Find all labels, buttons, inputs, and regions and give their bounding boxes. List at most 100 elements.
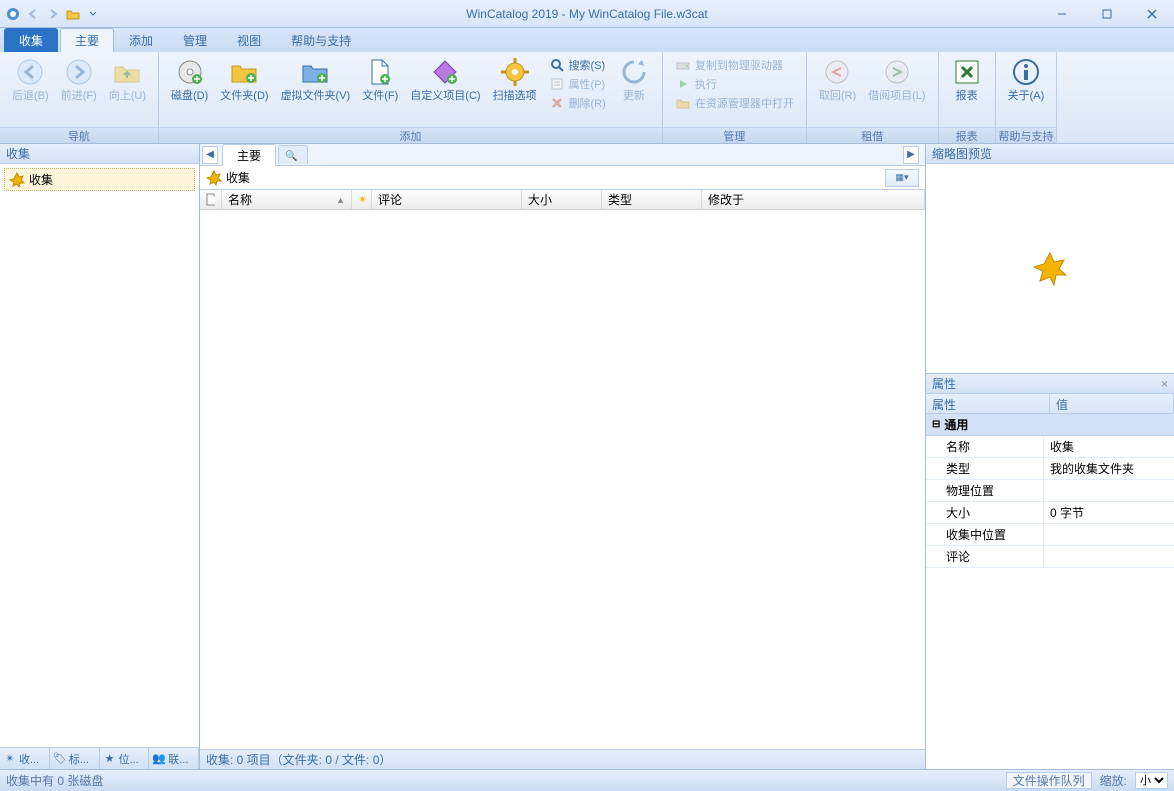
col-comment[interactable]: 评论 — [372, 190, 522, 209]
col-type[interactable]: 类型 — [602, 190, 702, 209]
btab-contacts[interactable]: 👥联... — [149, 748, 199, 769]
thumb-title: 缩略图预览 — [926, 144, 1174, 164]
center-status: 收集: 0 项目（文件夹: 0 / 文件: 0） — [200, 749, 925, 769]
prop-col-header: 属性 值 — [926, 394, 1174, 414]
col-star[interactable]: ✴ — [352, 190, 372, 209]
folder-up-icon — [111, 56, 143, 88]
properties-button[interactable]: 属性(P) — [545, 75, 610, 93]
add-file-button[interactable]: 文件(F) — [356, 54, 404, 104]
left-pane: 收集 收集 ✴收... 🏷标... ★位... 👥联... — [0, 144, 200, 769]
back-arrow-icon — [14, 56, 46, 88]
star-burst-icon: ✴ — [3, 752, 17, 766]
tab-manage[interactable]: 管理 — [168, 28, 222, 52]
add-disk-button[interactable]: 磁盘(D) — [165, 54, 214, 104]
col-name[interactable]: 名称▲ — [222, 190, 352, 209]
zoom-select[interactable]: 小 — [1135, 772, 1168, 789]
open-explorer-button[interactable]: 在资源管理器中打开 — [671, 94, 798, 112]
ribbon-group-manage: 复制到物理驱动器 执行 在资源管理器中打开 管理 — [663, 52, 807, 143]
tag-icon: 🏷 — [53, 752, 67, 766]
prop-colhead-val[interactable]: 值 — [1050, 394, 1174, 413]
center-tab-main[interactable]: 主要 — [222, 144, 276, 166]
col-icon[interactable] — [200, 190, 222, 209]
file-queue-button[interactable]: 文件操作队列 — [1006, 772, 1092, 789]
people-icon: 👥 — [152, 752, 166, 766]
tab-add[interactable]: 添加 — [114, 28, 168, 52]
tab-collect[interactable]: 收集 — [4, 28, 58, 52]
status-bar: 收集中有 0 张磁盘 文件操作队列 缩放: 小 — [0, 769, 1174, 791]
prop-title: 属性× — [926, 374, 1174, 394]
qat-back-icon[interactable] — [24, 5, 42, 23]
tab-scroll-right[interactable]: ▶ — [903, 146, 919, 164]
center-tab-search[interactable]: 🔍 — [278, 145, 308, 164]
quick-access-toolbar — [0, 5, 106, 23]
tab-help[interactable]: 帮助与支持 — [276, 28, 366, 52]
report-button[interactable]: 报表 — [945, 54, 989, 104]
copy-to-drive-button[interactable]: 复制到物理驱动器 — [671, 56, 798, 74]
prop-colhead-key[interactable]: 属性 — [926, 394, 1050, 413]
prop-category-general[interactable]: ⊟通用 — [926, 414, 1174, 436]
explorer-icon — [675, 95, 691, 111]
app-icon[interactable] — [4, 5, 22, 23]
btab-collect[interactable]: ✴收... — [0, 748, 50, 769]
btab-favorites[interactable]: ★位... — [100, 748, 150, 769]
folder-add-icon — [228, 56, 260, 88]
delete-button[interactable]: 删除(R) — [545, 94, 610, 112]
drive-icon — [675, 57, 691, 73]
tab-view[interactable]: 视图 — [222, 28, 276, 52]
qat-dropdown-icon[interactable] — [84, 5, 102, 23]
ribbon-group-report: 报表 报表 — [939, 52, 996, 143]
collection-tree[interactable]: 收集 — [0, 164, 199, 747]
execute-button[interactable]: 执行 — [671, 75, 798, 93]
grid-body[interactable] — [200, 210, 925, 749]
borrow-button[interactable]: 借阅项目(L) — [862, 54, 931, 104]
view-mode-switch[interactable]: ▦▾ — [885, 169, 919, 187]
tab-main[interactable]: 主要 — [60, 28, 114, 52]
info-icon — [1010, 56, 1042, 88]
ribbon-group-label: 帮助与支持 — [996, 127, 1057, 143]
borrow-icon — [881, 56, 913, 88]
prop-row: 收集中位置 — [926, 524, 1174, 546]
collapse-icon: ⊟ — [932, 419, 940, 430]
breadcrumb-text[interactable]: 收集 — [226, 169, 250, 186]
tree-item-label: 收集 — [29, 171, 53, 188]
add-vfolder-button[interactable]: 虚拟文件夹(V) — [275, 54, 357, 104]
diamond-add-icon — [429, 56, 461, 88]
close-pane-icon[interactable]: × — [1161, 377, 1168, 391]
recall-button[interactable]: 取回(R) — [813, 54, 862, 104]
refresh-icon — [618, 56, 650, 88]
btab-tags[interactable]: 🏷标... — [50, 748, 100, 769]
maximize-button[interactable] — [1084, 0, 1129, 28]
qat-folder-icon[interactable] — [64, 5, 82, 23]
col-modified[interactable]: 修改于 — [702, 190, 925, 209]
center-tabs: ◀ 主要 🔍 ▶ — [200, 144, 925, 166]
update-button[interactable]: 更新 — [612, 54, 656, 104]
star-burst-icon — [206, 170, 222, 186]
scan-options-button[interactable]: 扫描选项 — [487, 54, 543, 104]
up-button[interactable]: 向上(U) — [103, 54, 152, 104]
prop-row: 类型我的收集文件夹 — [926, 458, 1174, 480]
add-custom-button[interactable]: 自定义项目(C) — [404, 54, 486, 104]
tree-root-item[interactable]: 收集 — [4, 168, 195, 191]
back-button[interactable]: 后退(B) — [6, 54, 55, 104]
add-folder-button[interactable]: 文件夹(D) — [214, 54, 274, 104]
play-icon — [675, 76, 691, 92]
close-button[interactable] — [1129, 0, 1174, 28]
return-icon — [821, 56, 853, 88]
qat-forward-icon[interactable] — [44, 5, 62, 23]
virtual-folder-icon — [299, 56, 331, 88]
property-grid[interactable]: 属性 值 ⊟通用 名称收集 类型我的收集文件夹 物理位置 大小0 字节 收集中位… — [926, 394, 1174, 769]
delete-icon — [549, 95, 565, 111]
search-button[interactable]: 搜索(S) — [545, 56, 610, 74]
col-size[interactable]: 大小 — [522, 190, 602, 209]
about-button[interactable]: 关于(A) — [1002, 54, 1051, 104]
prop-row: 大小0 字节 — [926, 502, 1174, 524]
minimize-button[interactable] — [1039, 0, 1084, 28]
zoom-label: 缩放: — [1100, 772, 1127, 789]
tab-scroll-left[interactable]: ◀ — [202, 146, 218, 164]
ribbon-group-rent: 取回(R) 借阅项目(L) 租借 — [807, 52, 939, 143]
window-controls — [1039, 0, 1174, 28]
ribbon-group-label: 报表 — [939, 127, 995, 143]
forward-button[interactable]: 前进(F) — [55, 54, 103, 104]
ribbon-group-label: 导航 — [0, 127, 158, 143]
thumbnail-pane: 缩略图预览 — [926, 144, 1174, 374]
